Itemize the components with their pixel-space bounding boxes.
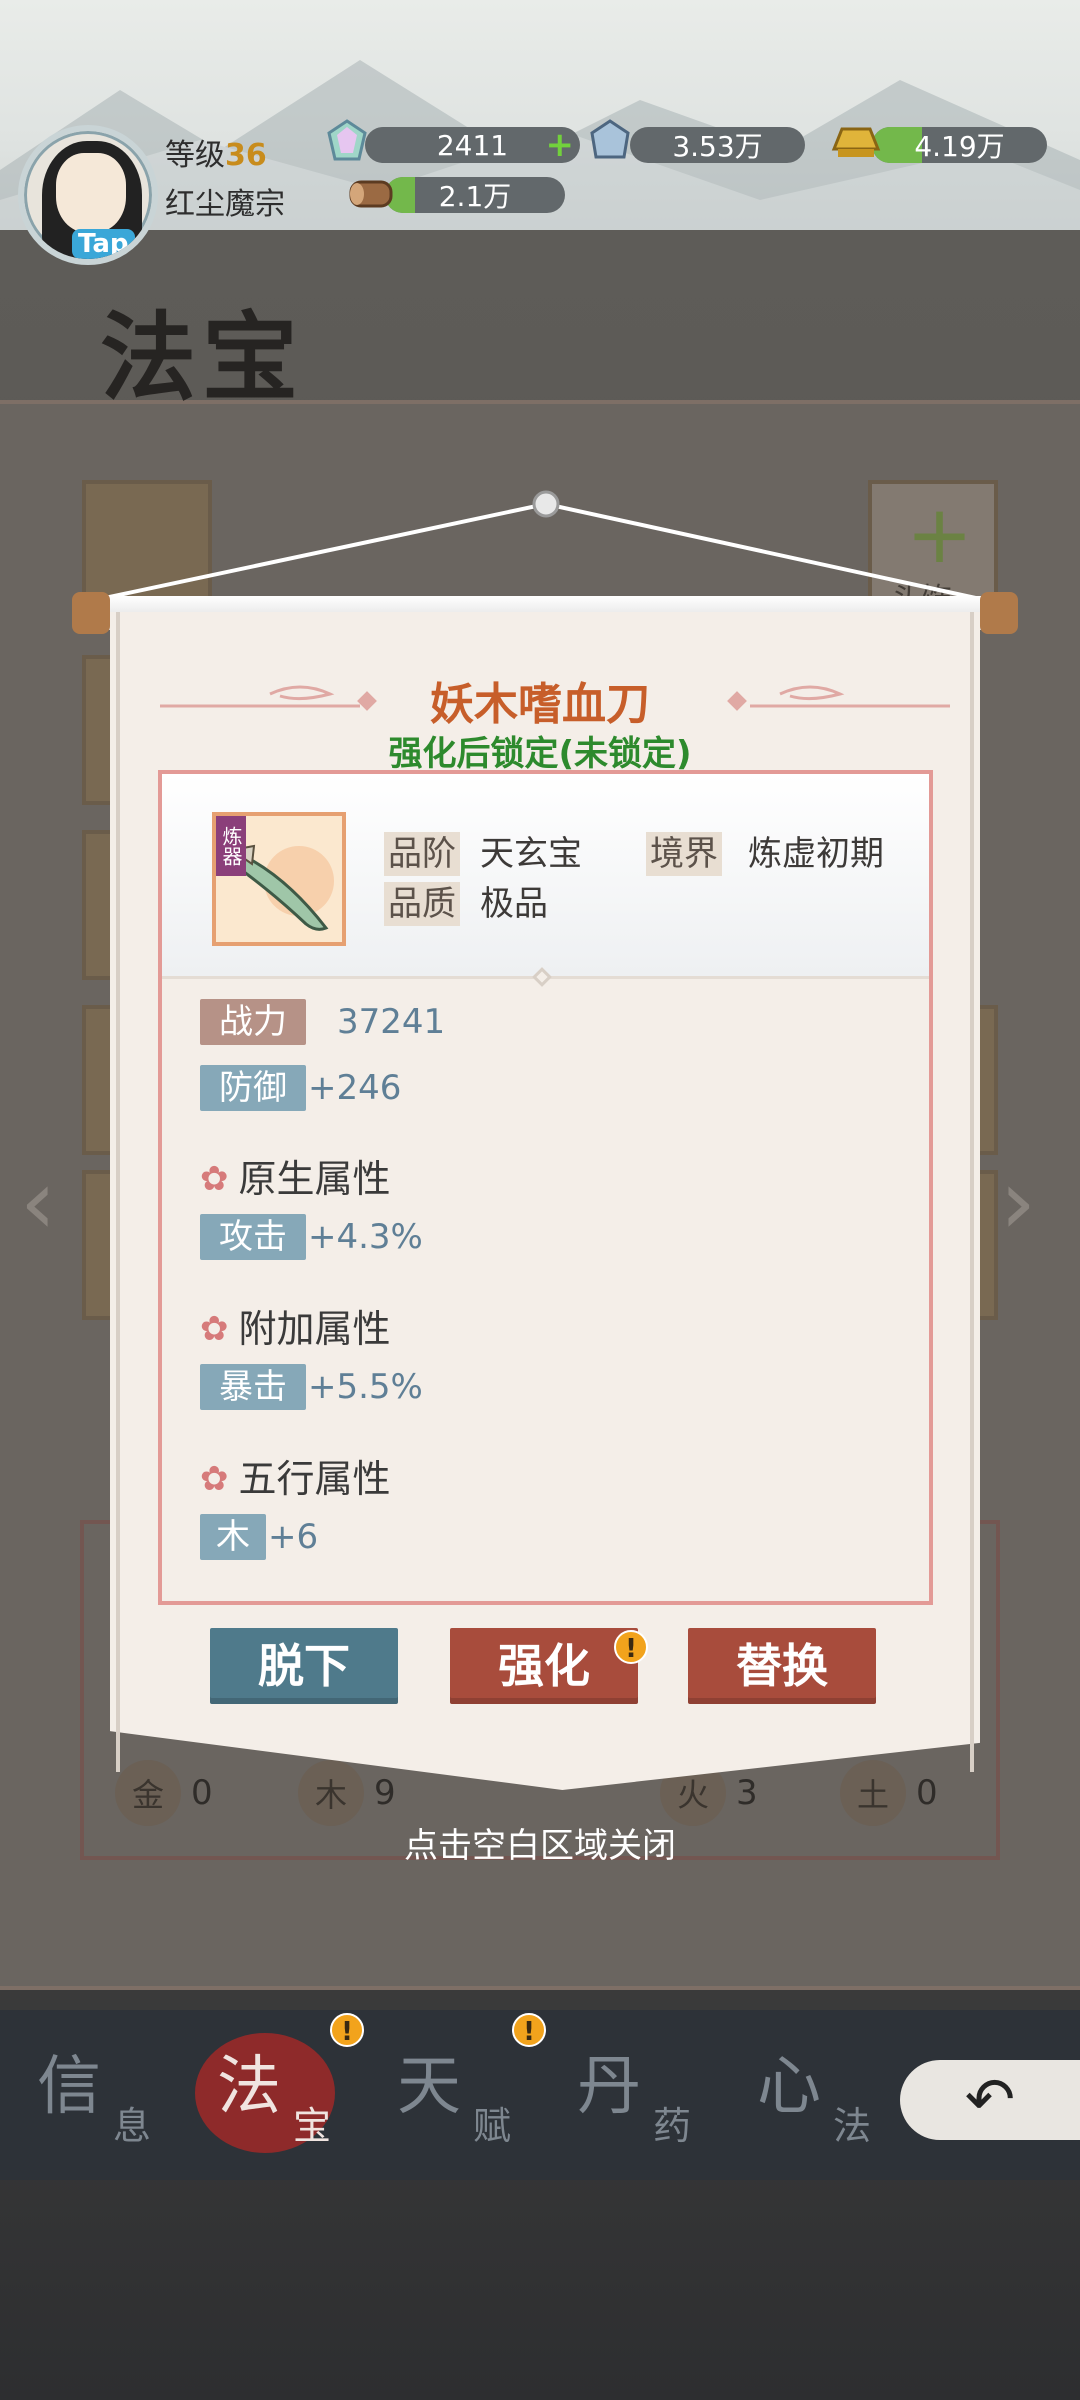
- next-arrow-icon[interactable]: ›: [1000, 1150, 1036, 1255]
- tab-char: 赋: [473, 2104, 512, 2148]
- extra-attributes-heading: ✿ 附加属性: [200, 1304, 391, 1354]
- wood-element-value: +6: [268, 1517, 319, 1557]
- tab-char: 丹: [577, 2050, 641, 2124]
- realm-value: 炼虚初期: [748, 834, 884, 874]
- element-wood: 木 9: [298, 1760, 396, 1826]
- player-level: 等级36: [165, 130, 267, 174]
- avatar-face: [56, 153, 126, 233]
- hanging-rope: [85, 490, 995, 604]
- resource-value: 2411: [436, 128, 509, 162]
- tab-mind-method[interactable]: 心 法: [745, 2035, 925, 2155]
- element-count: 3: [736, 1773, 758, 1813]
- top-status-bar: Tap 等级36 红尘魔宗 2411 + 3.53万 4.19万 2.1万: [0, 115, 1080, 265]
- remove-button[interactable]: 脱下: [210, 1628, 398, 1704]
- alert-icon: !: [512, 2013, 546, 2047]
- defense-label: 防御: [200, 1065, 306, 1111]
- alert-icon: !: [330, 2013, 364, 2047]
- flower-icon: ✿: [200, 1159, 229, 1199]
- resource-value: 2.1万: [438, 180, 512, 213]
- tab-char: 天: [397, 2050, 461, 2124]
- item-info-card: 炼器 品阶 天玄宝 境界 炼虚初期 品质 极品 战力 37241 防御 +246…: [158, 770, 933, 1605]
- quality-value: 极品: [480, 884, 548, 924]
- tab-char: 法: [833, 2104, 872, 2148]
- power-value: 37241: [337, 1002, 446, 1042]
- wood-log-icon: [349, 180, 393, 208]
- element-count: 0: [916, 1773, 938, 1813]
- resource-blue-crystal: 3.53万: [630, 127, 805, 163]
- realm-label: 境界: [646, 832, 722, 876]
- page-title: 法宝: [100, 301, 304, 414]
- item-name: 妖木嗜血刀: [430, 679, 650, 730]
- section-title: 附加属性: [238, 1307, 391, 1351]
- native-attributes-heading: ✿ 原生属性: [200, 1154, 391, 1204]
- flower-icon: ✿: [200, 1459, 229, 1499]
- back-arrow-icon[interactable]: ↶: [900, 2060, 1080, 2140]
- tab-pills[interactable]: 丹 药: [565, 2035, 745, 2155]
- avatar-badge: Tap: [72, 229, 135, 259]
- rank-label: 品阶: [384, 832, 460, 876]
- avatar[interactable]: Tap: [18, 125, 158, 265]
- tab-talent[interactable]: 天 赋: [385, 2035, 565, 2155]
- item-icon: 炼器: [212, 812, 346, 946]
- close-hint[interactable]: 点击空白区域关闭: [0, 1818, 1080, 1867]
- player-sect: 红尘魔宗: [165, 187, 285, 222]
- wood-element-label: 木: [200, 1514, 266, 1560]
- blue-crystal-icon: [590, 119, 630, 159]
- tab-char: 宝: [293, 2104, 332, 2148]
- resource-value: 4.19万: [914, 130, 1005, 163]
- tab-treasure[interactable]: 法 宝: [205, 2035, 385, 2155]
- tab-char: 心: [757, 2050, 821, 2124]
- section-title: 原生属性: [238, 1157, 391, 1201]
- earth-icon: 土: [840, 1760, 906, 1826]
- wood-icon: 木: [298, 1760, 364, 1826]
- add-currency-icon[interactable]: +: [546, 127, 575, 163]
- scroll-rod-cap: [72, 592, 110, 634]
- gold-ingot-icon: [831, 127, 881, 157]
- five-elements-heading: ✿ 五行属性: [200, 1454, 391, 1504]
- tab-char: 息: [113, 2104, 152, 2148]
- scroll-rod-cap: [980, 592, 1018, 634]
- level-label: 等级: [165, 138, 225, 173]
- refine-tag: 炼器: [216, 816, 246, 876]
- item-summary: 炼器 品阶 天玄宝 境界 炼虚初期 品质 极品: [162, 774, 929, 979]
- power-label: 战力: [200, 999, 306, 1045]
- lock-status[interactable]: 强化后锁定(未锁定): [0, 726, 1080, 775]
- element-count: 9: [374, 1773, 396, 1813]
- tab-char: 信: [37, 2050, 101, 2124]
- resource-value: 3.53万: [672, 130, 763, 163]
- crit-label: 暴击: [200, 1364, 306, 1410]
- crit-value: +5.5%: [308, 1367, 423, 1407]
- prev-arrow-icon[interactable]: ‹: [20, 1150, 56, 1255]
- metal-icon: 金: [115, 1760, 181, 1826]
- attack-value: +4.3%: [308, 1217, 423, 1257]
- attack-label: 攻击: [200, 1214, 306, 1260]
- rainbow-crystal-icon: [327, 119, 367, 161]
- flower-icon: ✿: [200, 1309, 229, 1349]
- quality-label: 品质: [384, 882, 460, 926]
- tab-info[interactable]: 信 息: [25, 2035, 205, 2155]
- element-earth: 土 0: [840, 1760, 938, 1826]
- replace-button[interactable]: 替换: [688, 1628, 876, 1704]
- tab-char: 法: [217, 2050, 281, 2124]
- level-value: 36: [225, 138, 267, 173]
- resource-gold: 4.19万: [872, 127, 1047, 163]
- resource-wood: 2.1万: [385, 177, 565, 213]
- section-title: 五行属性: [238, 1457, 391, 1501]
- element-count: 0: [191, 1773, 213, 1813]
- alert-icon: !: [614, 1630, 648, 1664]
- enhance-button[interactable]: 强化: [450, 1628, 638, 1704]
- tab-char: 药: [653, 2104, 692, 2148]
- defense-value: +246: [308, 1068, 402, 1108]
- rank-value: 天玄宝: [480, 834, 582, 874]
- element-metal: 金 0: [115, 1760, 213, 1826]
- resource-crystal: 2411 +: [365, 127, 580, 163]
